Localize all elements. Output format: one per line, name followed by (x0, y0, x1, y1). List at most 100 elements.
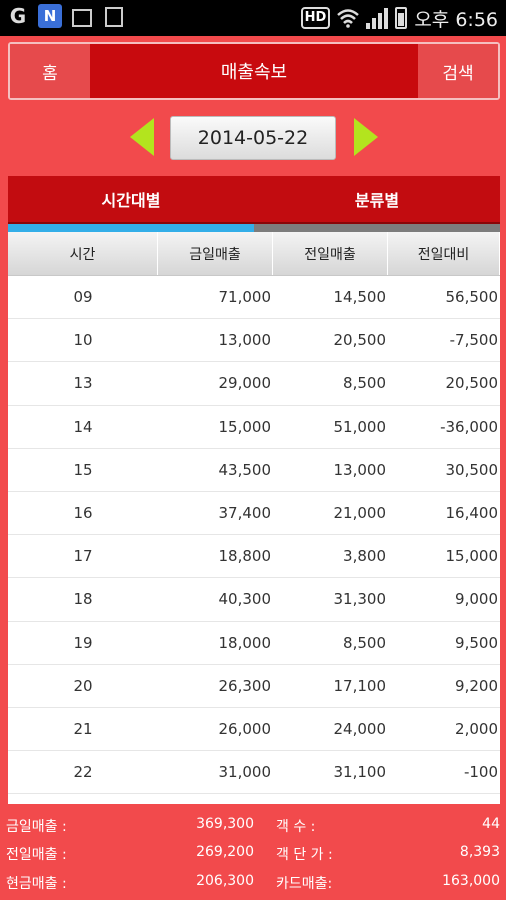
cell-today-sales: 29,000 (218, 374, 272, 393)
cell-difference: 2,000 (455, 719, 498, 738)
battery-icon (395, 7, 408, 29)
tab-bar: 시간대별 분류별 (8, 176, 500, 224)
cell-time: 20 (73, 676, 93, 695)
n-icon: N (38, 4, 62, 28)
cell-yesterday-sales: 20,500 (333, 331, 387, 350)
table-row[interactable]: 14 15,000 51,000 -36,000 (8, 406, 500, 449)
chart-doc-icon (102, 4, 126, 28)
table-row[interactable]: 22 31,000 31,100 -100 (8, 751, 500, 795)
summary-label: 객 수 : (276, 819, 316, 835)
image-icon (70, 4, 94, 28)
tab-indicator-track (8, 224, 500, 232)
cell-difference: 15,000 (445, 547, 499, 566)
cell-time: 19 (73, 633, 93, 652)
cell-yesterday-sales: 8,500 (343, 633, 386, 652)
summary-value: 269,200 (196, 844, 254, 860)
cell-today-sales: 43,500 (218, 460, 272, 479)
table-row[interactable]: 21 26,000 24,000 2,000 (8, 708, 500, 752)
cell-yesterday-sales: 13,000 (333, 460, 387, 479)
column-header-time: 시간 (8, 232, 158, 275)
next-date-arrow-icon[interactable] (354, 118, 378, 156)
cell-difference: 9,000 (455, 590, 498, 609)
summary-row: 현금매출 : 206,300 카드매출: 163,000 (0, 869, 506, 897)
summary-row: 금일매출 : 369,300 객 수 : 44 (0, 812, 506, 840)
cell-yesterday-sales: 31,300 (333, 590, 387, 609)
summary-value: 206,300 (196, 873, 254, 889)
cell-today-sales: 15,000 (218, 417, 272, 436)
table-row[interactable]: 10 13,000 20,500 -7,500 (8, 319, 500, 363)
column-header-today-sales: 금일매출 (158, 232, 273, 275)
cell-difference: 56,500 (445, 288, 499, 307)
cell-yesterday-sales: 21,000 (333, 504, 387, 523)
cell-today-sales: 31,000 (218, 763, 272, 782)
app-header: 홈 매출속보 검색 (8, 42, 500, 100)
tab-active-indicator (8, 224, 254, 232)
signal-icon (366, 7, 389, 29)
summary-label: 전일매출 : (6, 847, 67, 863)
search-button[interactable]: 검색 (418, 44, 498, 98)
cell-today-sales: 26,000 (218, 719, 272, 738)
cell-time: 17 (73, 547, 93, 566)
summary-row: 전일매출 : 269,200 객 단 가 : 8,393 (0, 840, 506, 868)
tab-by-time[interactable]: 시간대별 (8, 176, 254, 224)
cell-time: 16 (73, 504, 93, 523)
cell-time: 22 (73, 763, 93, 782)
table-row[interactable]: 17 18,800 3,800 15,000 (8, 535, 500, 579)
sales-table[interactable]: 시간 금일매출 전일매출 전일대비 09 71,000 14,500 56,500 10… (8, 232, 500, 804)
table-row[interactable]: 15 43,500 13,000 30,500 (8, 449, 500, 492)
cell-yesterday-sales: 17,100 (333, 676, 387, 695)
cell-today-sales: 71,000 (218, 288, 272, 307)
cell-today-sales: 13,000 (218, 331, 272, 350)
table-body: 09 71,000 14,500 56,500 10 13,000 20,500 -7,500… (8, 276, 500, 795)
g-icon: G (9, 4, 27, 28)
clock: 오후 6:56 (414, 8, 498, 31)
page-title: 매출속보 (220, 62, 288, 83)
table-header: 시간 금일매출 전일매출 전일대비 (8, 232, 500, 276)
table-row[interactable]: 13 29,000 8,500 20,500 (8, 362, 500, 406)
summary-value: 163,000 (442, 873, 500, 889)
summary-value: 369,300 (196, 816, 254, 832)
cell-time: 14 (73, 417, 93, 436)
hd-icon: HD (300, 7, 331, 29)
cell-yesterday-sales: 51,000 (333, 417, 387, 436)
cell-yesterday-sales: 24,000 (333, 719, 387, 738)
cell-time: 10 (73, 331, 93, 350)
cell-difference: 9,500 (455, 633, 498, 652)
table-row[interactable]: 18 40,300 31,300 9,000 (8, 578, 500, 622)
cell-time: 15 (73, 460, 93, 479)
table-row[interactable]: 19 18,000 8,500 9,500 (8, 622, 500, 665)
date-picker[interactable]: 2014-05-22 (170, 116, 336, 160)
table-row[interactable]: 09 71,000 14,500 56,500 (8, 276, 500, 320)
table-row[interactable]: 20 26,300 17,100 9,200 (8, 665, 500, 708)
cell-difference: 9,200 (455, 676, 498, 695)
status-bar: G N HD 오후 6:56 (0, 0, 506, 36)
summary-value: 44 (482, 816, 500, 832)
cell-today-sales: 18,800 (218, 547, 272, 566)
cell-time: 13 (73, 374, 93, 393)
cell-time: 21 (73, 719, 93, 738)
table-row[interactable]: 16 37,400 21,000 16,400 (8, 492, 500, 536)
previous-date-arrow-icon[interactable] (130, 118, 154, 156)
column-header-yesterday-sales: 전일매출 (273, 232, 388, 275)
cell-today-sales: 18,000 (218, 633, 272, 652)
cell-yesterday-sales: 3,800 (343, 547, 386, 566)
cell-difference: 30,500 (445, 460, 499, 479)
cell-difference: 20,500 (445, 374, 499, 393)
summary-value: 8,393 (459, 844, 500, 860)
home-button[interactable]: 홈 (10, 44, 90, 98)
summary-label: 금일매출 : (6, 819, 67, 835)
column-header-difference: 전일대비 (388, 232, 500, 275)
cell-difference: -36,000 (440, 417, 498, 436)
cell-time: 09 (73, 288, 93, 307)
cell-yesterday-sales: 14,500 (333, 288, 387, 307)
cell-difference: -100 (463, 763, 498, 782)
cell-difference: -7,500 (449, 331, 498, 350)
summary-label: 현금매출 : (6, 876, 67, 892)
wifi-icon (337, 9, 360, 28)
summary-label: 카드매출: (276, 876, 333, 892)
cell-today-sales: 26,300 (218, 676, 272, 695)
cell-today-sales: 40,300 (218, 590, 272, 609)
cell-time: 18 (73, 590, 93, 609)
cell-today-sales: 37,400 (218, 504, 272, 523)
tab-by-category[interactable]: 분류별 (254, 176, 500, 224)
